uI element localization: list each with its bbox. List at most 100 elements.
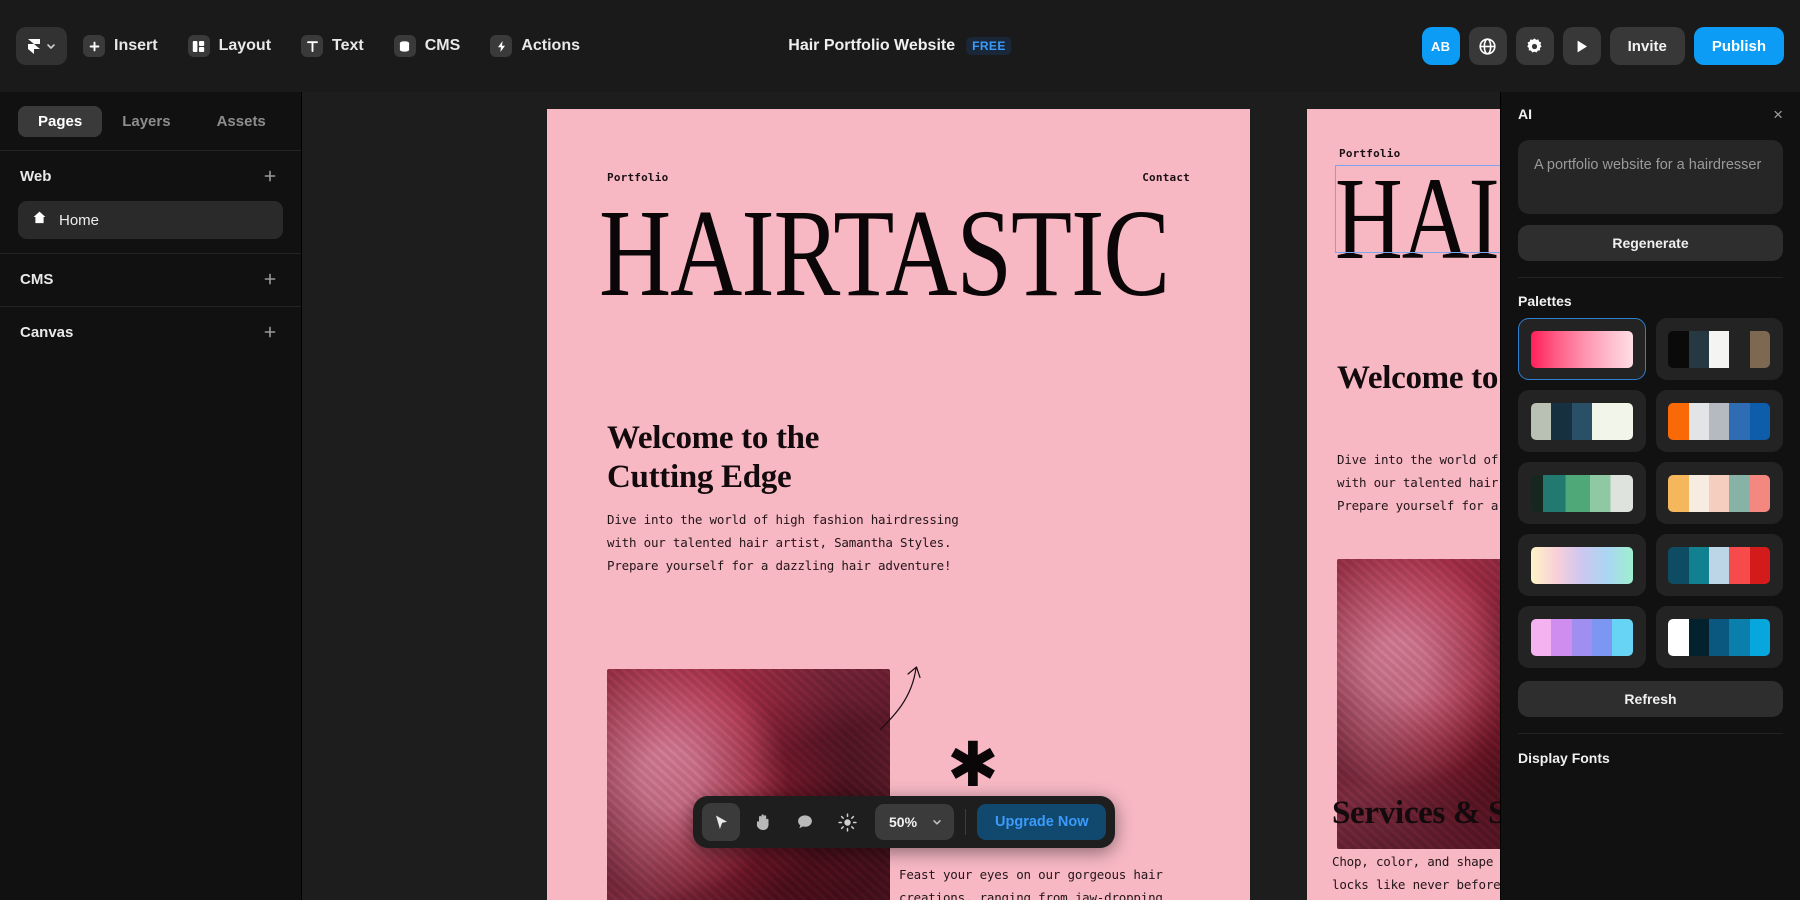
add-canvas-button[interactable]: [259, 321, 281, 343]
palette-option-2[interactable]: [1656, 318, 1784, 380]
publish-button[interactable]: Publish: [1694, 27, 1784, 65]
palette-option-7[interactable]: [1518, 534, 1646, 596]
tab-pages[interactable]: Pages: [18, 106, 102, 137]
globe-icon[interactable]: [1469, 27, 1507, 65]
zoom-level-value: 50%: [889, 814, 917, 830]
menu-cms[interactable]: CMS: [382, 27, 475, 65]
upgrade-now-button[interactable]: Upgrade Now: [977, 804, 1106, 840]
menu-actions[interactable]: Actions: [478, 27, 594, 65]
menu-layout[interactable]: Layout: [176, 27, 285, 65]
palettes-section-title: Palettes: [1501, 278, 1800, 318]
menu-text[interactable]: Text: [289, 27, 378, 65]
swatch-color: [1729, 403, 1749, 440]
refresh-palettes-button[interactable]: Refresh: [1518, 681, 1783, 717]
swatch-color: [1531, 403, 1551, 440]
palette-option-10[interactable]: [1656, 606, 1784, 668]
swatch-color: [1729, 475, 1749, 512]
artboard-desktop[interactable]: Portfolio Contact HAIRTASTIC Welcome to …: [547, 109, 1250, 900]
swatch-color: [1750, 403, 1770, 440]
comment-tool[interactable]: [786, 803, 824, 841]
ai-panel-header: AI ×: [1501, 92, 1800, 136]
group-title-canvas: Canvas: [20, 324, 73, 341]
hero-photo[interactable]: [607, 669, 890, 900]
swatch-color: [1668, 619, 1688, 656]
add-cms-button[interactable]: [259, 268, 281, 290]
group-title-web: Web: [20, 168, 51, 185]
menu-layout-label: Layout: [219, 37, 271, 55]
avatar[interactable]: AB: [1422, 27, 1460, 65]
tab-assets[interactable]: Assets: [197, 106, 286, 137]
palette-grid: [1501, 318, 1800, 668]
menu-insert-label: Insert: [114, 37, 158, 55]
swatch-color: [1689, 331, 1709, 368]
close-icon[interactable]: ×: [1773, 106, 1783, 123]
group-header-cms: CMS: [0, 254, 301, 304]
swatch-color: [1709, 331, 1729, 368]
swatch-color: [1750, 547, 1770, 584]
palette-swatch: [1531, 547, 1633, 584]
cursor-tool[interactable]: [702, 803, 740, 841]
section-body-creations: Feast your eyes on our gorgeous hair cre…: [899, 864, 1250, 900]
palette-option-5[interactable]: [1518, 462, 1646, 524]
palette-option-3[interactable]: [1518, 390, 1646, 452]
palette-swatch: [1668, 619, 1770, 656]
swatch-color: [1612, 403, 1632, 440]
tab-layers[interactable]: Layers: [102, 106, 190, 137]
swatch-color: [1592, 619, 1612, 656]
nav-portfolio-link[interactable]: Portfolio: [607, 171, 668, 184]
swatch-color: [1689, 403, 1709, 440]
palette-option-1[interactable]: [1518, 318, 1646, 380]
regenerate-button[interactable]: Regenerate: [1518, 225, 1783, 261]
plus-icon: [83, 35, 105, 57]
document-title-group[interactable]: Hair Portfolio Website FREE: [788, 37, 1011, 55]
palette-swatch: [1531, 619, 1633, 656]
lightning-icon: [490, 35, 512, 57]
palette-option-9[interactable]: [1518, 606, 1646, 668]
arrow-decoration-icon: [872, 654, 928, 734]
sun-icon: [838, 813, 857, 832]
swatch-color: [1689, 619, 1709, 656]
sidebar-item-home[interactable]: Home: [18, 201, 283, 239]
section-heading-welcome: Welcome to the Cutting Edge: [607, 419, 1087, 496]
bottom-toolbar: 50% Upgrade Now: [693, 796, 1115, 848]
palette-swatch: [1531, 331, 1633, 368]
palette-swatch: [1668, 475, 1770, 512]
top-toolbar: Insert Layout Text: [0, 0, 1800, 92]
toolbar-divider: [965, 809, 966, 835]
palette-option-8[interactable]: [1656, 534, 1784, 596]
swatch-color: [1668, 403, 1688, 440]
swatch-color: [1709, 475, 1729, 512]
cursor-icon: [713, 814, 730, 831]
framer-editor-window: Insert Layout Text: [0, 0, 1800, 900]
menu-insert[interactable]: Insert: [71, 27, 172, 65]
toolbar-right-group: AB Invite Publish: [1422, 27, 1784, 65]
swatch-color: [1750, 475, 1770, 512]
palette-swatch: [1668, 403, 1770, 440]
zoom-select[interactable]: 50%: [875, 804, 954, 840]
nav-contact-link[interactable]: Contact: [1142, 171, 1190, 184]
theme-tool[interactable]: [828, 803, 866, 841]
menu-text-label: Text: [332, 37, 364, 55]
swatch-color: [1709, 403, 1729, 440]
gear-icon[interactable]: [1516, 27, 1554, 65]
layout-icon: [188, 35, 210, 57]
hand-tool[interactable]: [744, 803, 782, 841]
menu-actions-label: Actions: [521, 37, 580, 55]
ai-prompt-input[interactable]: A portfolio website for a hairdresser: [1518, 140, 1783, 214]
framer-logo-icon: [27, 38, 41, 55]
swatch-color: [1551, 403, 1571, 440]
section-body-welcome: Dive into the world of high fashion hair…: [607, 509, 1077, 577]
swatch-color: [1689, 547, 1709, 584]
swatch-color: [1709, 547, 1729, 584]
swatch-color: [1668, 475, 1688, 512]
group-title-cms: CMS: [20, 271, 53, 288]
palette-swatch: [1531, 403, 1633, 440]
add-web-page-button[interactable]: [259, 165, 281, 187]
palette-option-4[interactable]: [1656, 390, 1784, 452]
palette-option-6[interactable]: [1656, 462, 1784, 524]
sidebar-tabs: Pages Layers Assets: [18, 102, 283, 140]
invite-button[interactable]: Invite: [1610, 27, 1685, 65]
preview-play-icon[interactable]: [1563, 27, 1601, 65]
framer-menu-button[interactable]: [16, 27, 67, 65]
swatch-color: [1729, 547, 1749, 584]
